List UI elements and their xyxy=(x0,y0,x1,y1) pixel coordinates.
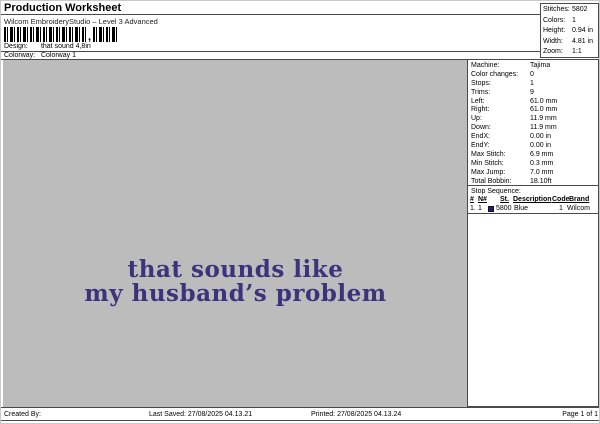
page-number: Page 1 of 1 xyxy=(562,411,598,418)
machine-row: Max Jump: 7.0 mm xyxy=(468,169,598,178)
col-header-needle: N# xyxy=(478,196,487,203)
machine-value: 6.9 mm xyxy=(530,150,554,158)
design-label: Design: xyxy=(4,43,28,50)
stop-sequence-header-row: # N# St. Description Code Brand xyxy=(468,196,598,205)
summary-value: 1:1 xyxy=(572,48,582,56)
summary-colors: Colors: 1 xyxy=(541,16,598,27)
summary-value: 4.81 in xyxy=(572,37,594,45)
cell-brand: Wilcom xyxy=(567,205,590,212)
machine-value: 1 xyxy=(530,79,534,87)
colorway-label: Colorway: xyxy=(4,52,36,59)
summary-value: 5802 xyxy=(572,6,588,13)
machine-row: Right: 61.0 mm xyxy=(468,106,598,115)
barcode-bars-left xyxy=(4,27,86,42)
machine-label: Stops: xyxy=(471,79,491,87)
machine-value: Tajima xyxy=(530,62,551,69)
colorway-row: Colorway: Colorway 1 xyxy=(4,52,76,59)
machine-info-box: Machine: Tajima Color changes: 0 Stops: … xyxy=(467,59,599,186)
machine-label: Color changes: xyxy=(471,70,519,78)
design-name-row: Design: that sound 4,8in xyxy=(4,43,91,50)
page-title: Production Worksheet xyxy=(4,2,122,14)
production-worksheet-page: Production Worksheet Wilcom EmbroiderySt… xyxy=(0,0,600,424)
col-header-stitches: St. xyxy=(500,196,509,203)
machine-label: EndY: xyxy=(471,142,490,150)
design-value: that sound 4,8in xyxy=(40,43,91,50)
design-text-line2: my husband’s problem xyxy=(84,280,387,307)
worksheet-footer: Created By: Last Saved: 27/08/2025 04.13… xyxy=(1,407,599,421)
cell-needle: 1 xyxy=(478,205,482,212)
summary-label: Width: xyxy=(543,37,563,45)
machine-label: Max Stitch: xyxy=(471,150,506,158)
machine-value: 0 xyxy=(530,70,534,78)
machine-row: Color changes: 0 xyxy=(468,71,598,80)
app-subtitle: Wilcom EmbroideryStudio – Level 3 Advanc… xyxy=(4,17,158,26)
design-text-line1: that sounds like xyxy=(127,256,344,283)
embroidery-design-text: that sounds like my husband’s problem xyxy=(3,258,468,306)
summary-label: Zoom: xyxy=(543,48,563,56)
machine-row: Min Stitch: 0.3 mm xyxy=(468,160,598,169)
barcode-separator: , xyxy=(87,31,92,43)
printed-text: Printed: 27/08/2025 04.13.24 xyxy=(311,411,402,418)
summary-label: Colors: xyxy=(543,16,566,24)
col-header-num: # xyxy=(470,196,474,203)
colorway-value: Colorway 1 xyxy=(40,52,76,59)
summary-value: 0.94 in xyxy=(572,27,594,35)
col-header-code: Code xyxy=(552,196,570,203)
machine-row: Max Stitch: 6.9 mm xyxy=(468,151,598,160)
machine-value: 11.9 mm xyxy=(530,124,557,132)
machine-row: Down: 11.9 mm xyxy=(468,124,598,133)
machine-value: 7.0 mm xyxy=(530,168,554,176)
machine-label: Left: xyxy=(471,97,485,105)
machine-label: Right: xyxy=(471,106,490,114)
summary-value: 1 xyxy=(572,16,576,24)
thread-color-swatch xyxy=(488,206,494,212)
machine-value: 61.0 mm xyxy=(530,97,558,105)
design-barcode: , xyxy=(4,27,117,43)
machine-label: Max Jump: xyxy=(471,168,506,176)
machine-row: EndX: 0.00 in xyxy=(468,133,598,142)
col-header-description: Description xyxy=(513,196,552,203)
cell-num: 1. xyxy=(470,205,476,212)
stop-sequence-title: Stop Sequence: xyxy=(471,188,521,195)
machine-value: 0.00 in xyxy=(530,142,552,150)
machine-label: Min Stitch: xyxy=(471,159,504,167)
created-by-label: Created By: xyxy=(4,411,41,418)
machine-label: Trims: xyxy=(471,88,491,96)
summary-width: Width: 4.81 in xyxy=(541,37,598,48)
machine-label: Machine: xyxy=(471,62,500,69)
machine-label: Down: xyxy=(471,124,491,132)
machine-label: EndX: xyxy=(471,133,491,141)
cell-stitches: 5800 xyxy=(496,205,512,212)
machine-row: Machine: Tajima xyxy=(468,62,598,71)
summary-height: Height: 0.94 in xyxy=(541,26,598,37)
design-summary-box: Stitches: 5802 Colors: 1 Height: 0.94 in… xyxy=(540,3,599,58)
summary-label: Stitches: xyxy=(543,6,570,13)
machine-row: Up: 11.9 mm xyxy=(468,115,598,124)
machine-value: 9 xyxy=(530,88,534,96)
machine-row: Trims: 9 xyxy=(468,89,598,98)
col-header-brand: Brand xyxy=(569,196,590,203)
machine-row: Stops: 1 xyxy=(468,80,598,89)
stop-sequence-box: Stop Sequence: # N# St. Description Code… xyxy=(467,186,599,407)
summary-stitches: Stitches: 5802 xyxy=(541,5,598,16)
machine-row: Left: 61.0 mm xyxy=(468,98,598,107)
cell-code: 1 xyxy=(559,205,563,212)
machine-label: Up: xyxy=(471,115,482,123)
design-row-divider xyxy=(1,51,540,52)
machine-row: EndY: 0.00 in xyxy=(468,142,598,151)
machine-value: 0.3 mm xyxy=(530,159,554,167)
cell-description: Blue xyxy=(514,205,529,212)
machine-value: 0.00 in xyxy=(530,133,552,141)
machine-value: 61.0 mm xyxy=(530,106,558,114)
title-divider xyxy=(1,14,540,15)
stop-sequence-row-divider xyxy=(468,213,598,214)
design-preview-canvas: that sounds like my husband’s problem xyxy=(3,60,468,407)
summary-label: Height: xyxy=(543,27,566,35)
machine-value: 11.9 mm xyxy=(530,115,557,123)
barcode-bars-right xyxy=(93,27,117,42)
last-saved-text: Last Saved: 27/08/2025 04.13.21 xyxy=(149,411,253,418)
summary-zoom: Zoom: 1:1 xyxy=(541,47,598,58)
